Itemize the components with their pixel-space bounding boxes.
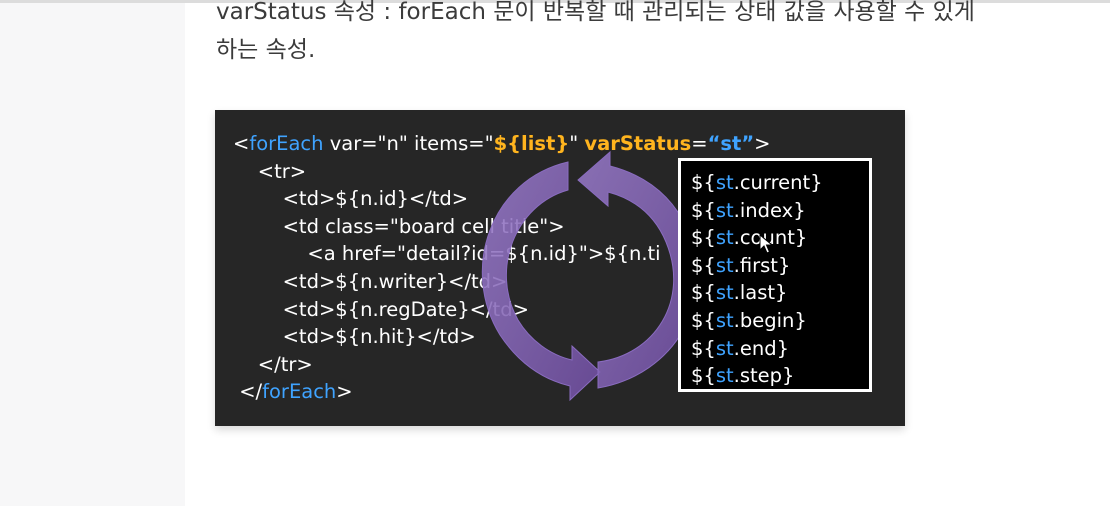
left-gutter (0, 3, 185, 506)
st-variable: st (715, 336, 734, 360)
article-content: varStatus 속성 : forEach 문이 반복할 때 관리되는 상태 … (185, 0, 1110, 506)
varstatus-properties-box: ${st.current} ${st.index} ${st.count} ${st.… (678, 158, 872, 392)
code-slide-image: <forEach var="n" items="${list}" varStat… (215, 110, 905, 426)
st-variable: st (715, 253, 734, 277)
status-property-item: ${st.begin} (691, 308, 807, 332)
st-variable: st (715, 171, 734, 194)
st-variable: st (715, 198, 734, 222)
status-property-item: ${st.first} (691, 253, 791, 277)
foreach-close-keyword: forEach (262, 380, 337, 404)
description-text: varStatus 속성 : forEach 문이 반복할 때 관리되는 상태 … (216, 0, 1096, 69)
st-variable: st (715, 281, 734, 305)
st-variable: st (715, 364, 734, 388)
status-property-item: ${st.last} (691, 281, 788, 305)
description-line-2: 하는 속성. (216, 37, 316, 63)
status-property-item: ${st.step} (691, 364, 795, 388)
status-property-item: ${st.index} (691, 198, 806, 222)
status-property-item: ${st.current} (691, 171, 823, 194)
left-cycle-arrow (481, 161, 601, 402)
st-variable: st (715, 308, 734, 332)
status-property-item: ${st.count} (691, 226, 808, 250)
description-line-1: varStatus 속성 : forEach 문이 반복할 때 관리되는 상태 … (216, 0, 975, 25)
foreach-keyword: forEach (249, 132, 324, 155)
mouse-pointer-icon (759, 234, 773, 254)
st-variable: st (715, 226, 734, 250)
status-property-item: ${st.end} (691, 336, 789, 360)
status-property-list: ${st.current} ${st.index} ${st.count} ${st.… (691, 169, 869, 390)
